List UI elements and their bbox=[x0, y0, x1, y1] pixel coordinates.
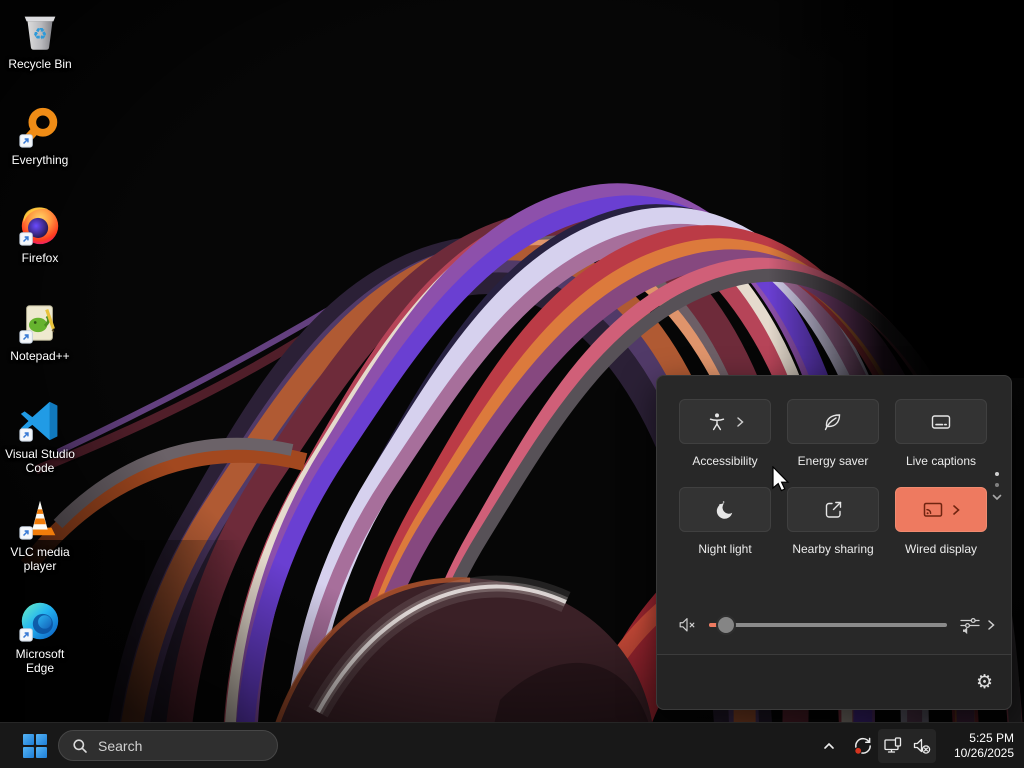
quick-settings-tray-button[interactable] bbox=[878, 729, 936, 763]
chevron-right-icon bbox=[953, 504, 960, 515]
qs-tile-energy-saver[interactable] bbox=[787, 399, 879, 444]
taskbar: Search 5:25 PM 10/26/2025 bbox=[0, 722, 1024, 768]
accessibility-person-icon bbox=[709, 412, 725, 430]
windows-logo-icon bbox=[23, 734, 47, 758]
qs-footer: ⚙ bbox=[657, 655, 1011, 709]
page-dot-active bbox=[995, 472, 999, 476]
night-light-moon-icon bbox=[716, 500, 733, 519]
page-dot bbox=[995, 483, 999, 487]
shortcut-arrow-badge bbox=[19, 232, 33, 246]
qs-tile-label: Accessibility bbox=[692, 454, 758, 468]
vlc-icon bbox=[17, 496, 63, 542]
desktop-icon-label: Microsoft Edge bbox=[15, 647, 65, 675]
qs-tile-accessibility[interactable] bbox=[679, 399, 771, 444]
qs-tile-night-light[interactable] bbox=[679, 487, 771, 532]
scroll-down-chevron-icon[interactable] bbox=[992, 494, 1002, 501]
qs-tile-label: Energy saver bbox=[797, 454, 869, 468]
chevron-right-icon bbox=[737, 416, 744, 427]
desktop-icon-recycle-bin[interactable]: ♻ Recycle Bin bbox=[2, 8, 78, 71]
display-network-icon bbox=[883, 737, 901, 753]
chevron-up-icon bbox=[824, 742, 834, 749]
vscode-icon bbox=[17, 398, 63, 444]
audio-output-button[interactable] bbox=[959, 614, 995, 636]
shortcut-arrow-badge bbox=[19, 526, 33, 540]
speaker-muted-tray-icon bbox=[913, 738, 930, 754]
qs-tile-label: Wired display bbox=[904, 542, 978, 556]
desktop-icon-vscode[interactable]: Visual Studio Code bbox=[2, 398, 78, 475]
quick-settings-panel: Accessibility Energy saver Live captions… bbox=[656, 375, 1012, 710]
live-captions-icon bbox=[931, 414, 951, 429]
edge-icon bbox=[17, 598, 63, 644]
energy-saver-leaf-icon bbox=[824, 413, 841, 430]
volume-slider[interactable] bbox=[709, 612, 947, 638]
start-button[interactable] bbox=[16, 728, 54, 764]
recycle-bin-icon: ♻ bbox=[17, 8, 63, 54]
qs-tile-live-captions[interactable] bbox=[895, 399, 987, 444]
volume-row bbox=[657, 612, 1011, 638]
search-icon bbox=[73, 738, 87, 753]
qs-tile-wired-display[interactable] bbox=[895, 487, 987, 532]
audio-mixer-icon bbox=[960, 617, 980, 635]
desktop-icon-firefox[interactable]: Firefox bbox=[2, 202, 78, 265]
update-restart-icon bbox=[854, 737, 871, 755]
wired-display-cast-icon bbox=[923, 502, 943, 517]
shortcut-arrow-badge bbox=[19, 134, 33, 148]
desktop: ♻ Recycle Bin Everything Firefox Notepad… bbox=[0, 0, 1024, 768]
everything-search-icon bbox=[17, 104, 63, 150]
taskbar-clock[interactable]: 5:25 PM 10/26/2025 bbox=[954, 723, 1014, 768]
qs-tile-nearby-sharing[interactable] bbox=[787, 487, 879, 532]
nearby-sharing-icon bbox=[825, 501, 842, 518]
desktop-icon-label: Visual Studio Code bbox=[5, 447, 75, 475]
qs-tile-label: Night light bbox=[698, 542, 752, 556]
shortcut-arrow-badge bbox=[19, 428, 33, 442]
search-box[interactable]: Search bbox=[58, 730, 278, 761]
volume-track[interactable] bbox=[709, 623, 947, 627]
desktop-icon-edge[interactable]: Microsoft Edge bbox=[2, 598, 78, 675]
desktop-icon-notepad-plus-plus[interactable]: Notepad++ bbox=[2, 300, 78, 363]
hidden-icons-chevron-button[interactable] bbox=[816, 729, 842, 763]
desktop-icon-label: Notepad++ bbox=[10, 349, 70, 363]
svg-text:♻: ♻ bbox=[33, 25, 48, 44]
qs-page-indicator bbox=[992, 472, 1002, 501]
qs-tile-label: Nearby sharing bbox=[792, 542, 874, 556]
desktop-icon-label: Recycle Bin bbox=[8, 57, 72, 71]
desktop-icon-label: Everything bbox=[11, 153, 69, 167]
firefox-icon bbox=[17, 202, 63, 248]
quick-settings-grid: Accessibility Energy saver Live captions… bbox=[679, 399, 987, 557]
chevron-right-icon bbox=[988, 620, 995, 630]
search-placeholder: Search bbox=[98, 737, 143, 754]
shortcut-arrow-badge bbox=[19, 628, 33, 642]
notepad-plus-plus-icon bbox=[17, 300, 63, 346]
clock-date: 10/26/2025 bbox=[953, 746, 1014, 760]
gear-icon[interactable]: ⚙ bbox=[976, 671, 993, 693]
speaker-muted-icon bbox=[679, 618, 695, 632]
desktop-icon-everything[interactable]: Everything bbox=[2, 104, 78, 167]
clock-time: 5:25 PM bbox=[969, 731, 1014, 745]
desktop-icon-label: Firefox bbox=[21, 251, 59, 265]
shortcut-arrow-badge bbox=[19, 330, 33, 344]
volume-thumb[interactable] bbox=[716, 615, 737, 635]
desktop-icon-label: VLC media player bbox=[10, 545, 70, 573]
qs-tile-label: Live captions bbox=[905, 454, 977, 468]
desktop-icon-vlc[interactable]: VLC media player bbox=[2, 496, 78, 573]
windows-update-tray-button[interactable] bbox=[848, 729, 878, 763]
